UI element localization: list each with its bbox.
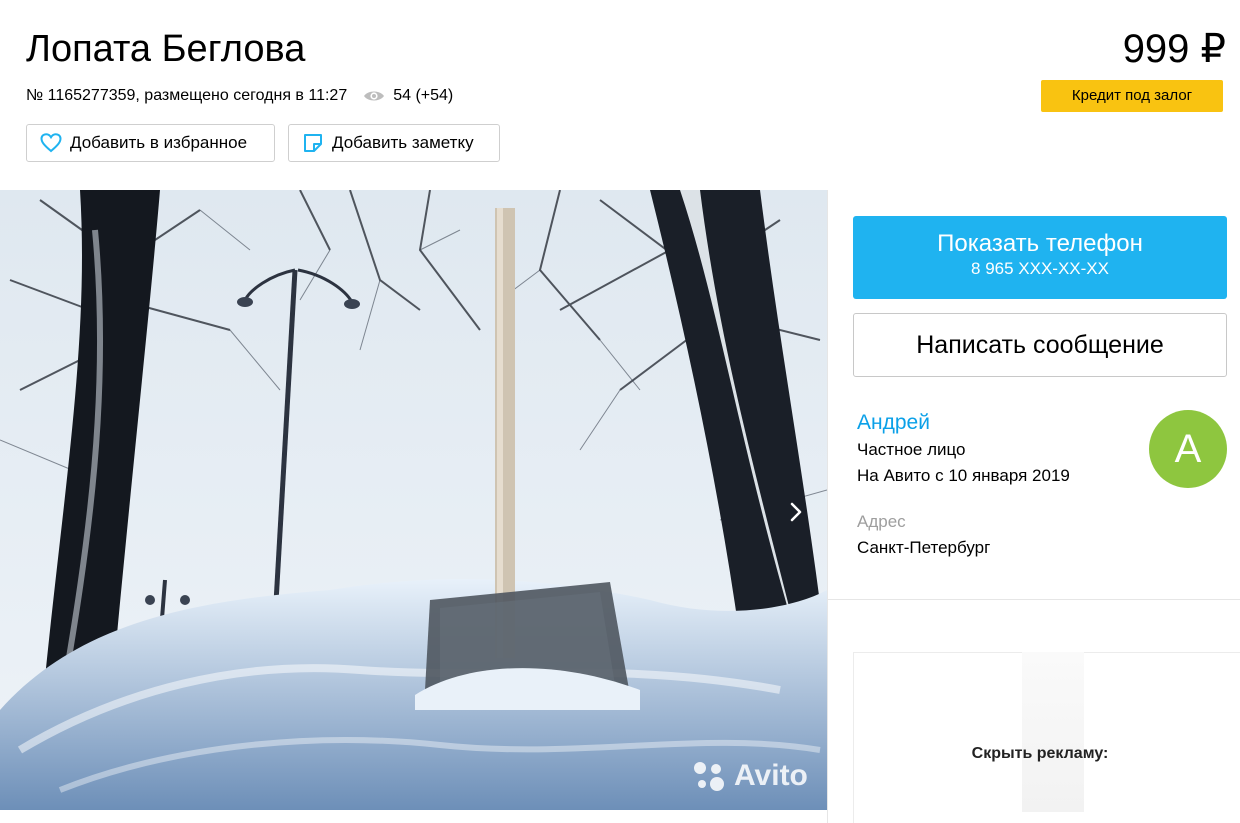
write-message-button[interactable]: Написать сообщение xyxy=(853,313,1227,377)
listing-title: Лопата Беглова xyxy=(26,28,306,70)
watermark-text: Avito xyxy=(734,759,808,792)
avito-logo-icon xyxy=(694,762,724,791)
show-phone-button[interactable]: Показать телефон 8 965 XXX-XX-XX xyxy=(853,216,1227,299)
address-label: Адрес xyxy=(857,512,906,531)
show-phone-label: Показать телефон xyxy=(937,230,1143,257)
price: 999 ₽ xyxy=(1122,27,1226,71)
add-note-label: Добавить заметку xyxy=(332,133,474,152)
seller-name-link[interactable]: Андрей xyxy=(857,410,930,436)
masked-phone-number: 8 965 XXX-XX-XX xyxy=(971,259,1109,278)
eye-icon xyxy=(364,91,385,101)
photo-snow-shovel-scene xyxy=(0,190,827,810)
listing-meta: № 1165277359, размещено сегодня в 11:27 … xyxy=(26,85,453,107)
avito-watermark: Avito xyxy=(690,758,808,794)
view-count: 54 (+54) xyxy=(393,87,454,104)
ad-placeholder xyxy=(1022,652,1084,812)
seller-avatar[interactable]: А xyxy=(1149,410,1227,488)
note-icon xyxy=(304,134,322,152)
heart-icon xyxy=(40,133,62,153)
credit-button[interactable]: Кредит под залог xyxy=(1041,80,1223,112)
listing-photo[interactable] xyxy=(0,190,827,810)
add-to-favorites-label: Добавить в избранное xyxy=(70,133,248,152)
seller-since: На Авито с 10 января 2019 xyxy=(857,466,1070,485)
chevron-right-icon[interactable] xyxy=(786,500,806,524)
hide-ad-button[interactable]: Скрыть рекламу: xyxy=(853,745,1227,763)
sidebar-divider xyxy=(828,599,1240,600)
seller-type: Частное лицо xyxy=(857,440,966,459)
address-value: Санкт-Петербург xyxy=(857,538,991,557)
add-note-button[interactable]: Добавить заметку xyxy=(288,124,500,162)
add-to-favorites-button[interactable]: Добавить в избранное xyxy=(26,124,275,162)
column-divider xyxy=(827,190,828,823)
listing-number-date: № 1165277359, размещено сегодня в 11:27 xyxy=(26,87,348,104)
